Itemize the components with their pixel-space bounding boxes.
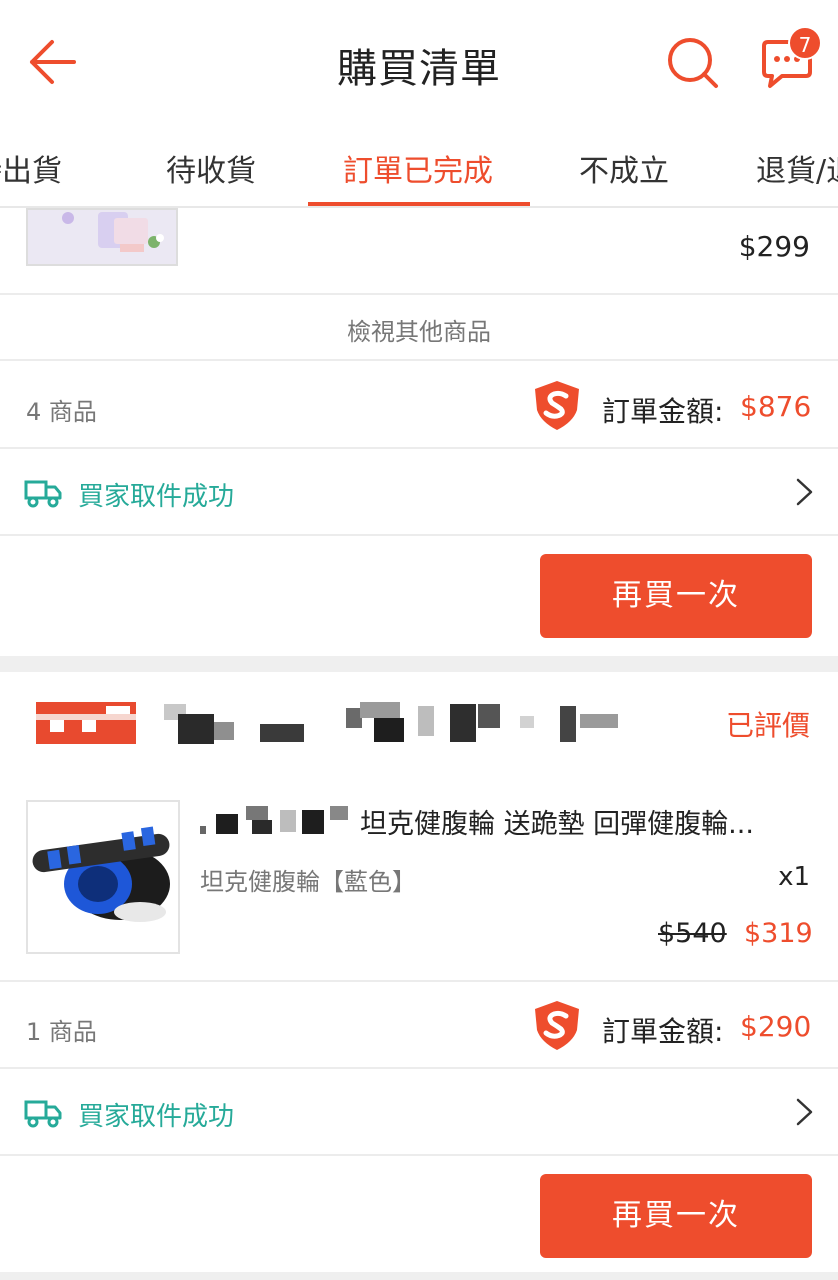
divider (0, 1154, 838, 1156)
divider (0, 447, 838, 449)
order-total-value: $876 (740, 390, 812, 423)
order-status-tabs: 待出貨 待收貨 訂單已完成 不成立 退貨/退款 (0, 124, 838, 208)
tab-completed[interactable]: 訂單已完成 (343, 146, 493, 190)
shop-name-redacted[interactable] (160, 700, 620, 746)
item-price: $299 (738, 230, 810, 263)
order-status-rated: 已評價 (725, 709, 810, 742)
truck-icon (24, 480, 62, 508)
product-name[interactable]: 坦克健腹輪 送跪墊 回彈健腹輪... (360, 802, 754, 841)
view-more-products-link[interactable]: 檢視其他商品 (0, 312, 838, 347)
item-count: 1 商品 (26, 1018, 97, 1046)
order-total-value: $290 (740, 1010, 812, 1043)
shopee-guarantee-shield-icon (535, 381, 579, 430)
buy-again-button[interactable]: 再買一次 (540, 1174, 812, 1258)
divider (0, 293, 838, 295)
app-header: 購買清單 7 (0, 0, 838, 124)
search-icon[interactable] (666, 36, 720, 90)
tab-return-refund[interactable]: 退貨/退款 (756, 146, 838, 190)
notification-badge: 7 (788, 26, 822, 60)
divider (0, 1067, 838, 1069)
section-gap (0, 1272, 838, 1280)
shipping-status[interactable]: 買家取件成功 (78, 1096, 234, 1133)
buy-again-button[interactable]: 再買一次 (540, 554, 812, 638)
chevron-right-icon[interactable] (794, 477, 816, 507)
order-total-label: 訂單金額: (602, 1015, 724, 1048)
shopee-guarantee-shield-icon (535, 1001, 579, 1050)
product-variation: 坦克健腹輪【藍色】 (200, 868, 416, 896)
active-tab-indicator (308, 202, 530, 206)
truck-icon (24, 1100, 62, 1128)
shop-logo (36, 702, 136, 744)
product-image[interactable] (26, 800, 180, 954)
section-gap (0, 656, 838, 672)
divider (0, 359, 838, 361)
product-quantity: x1 (778, 862, 810, 892)
sale-price: $319 (744, 918, 813, 949)
ab-roller-image (28, 802, 178, 952)
divider (0, 534, 838, 536)
order-total-label: 訂單金額: (602, 395, 724, 428)
chevron-right-icon[interactable] (794, 1097, 816, 1127)
product-name-redacted (200, 806, 348, 834)
tab-cancelled[interactable]: 不成立 (579, 146, 669, 190)
shipping-status[interactable]: 買家取件成功 (78, 476, 234, 513)
original-price: $540 (658, 918, 727, 949)
tab-to-receive[interactable]: 待收貨 (166, 146, 256, 190)
divider (0, 980, 838, 982)
item-count: 4 商品 (26, 398, 97, 426)
product-thumbnail[interactable] (26, 208, 178, 266)
product-image (28, 210, 176, 264)
tab-to-ship[interactable]: 待出貨 (0, 146, 62, 190)
